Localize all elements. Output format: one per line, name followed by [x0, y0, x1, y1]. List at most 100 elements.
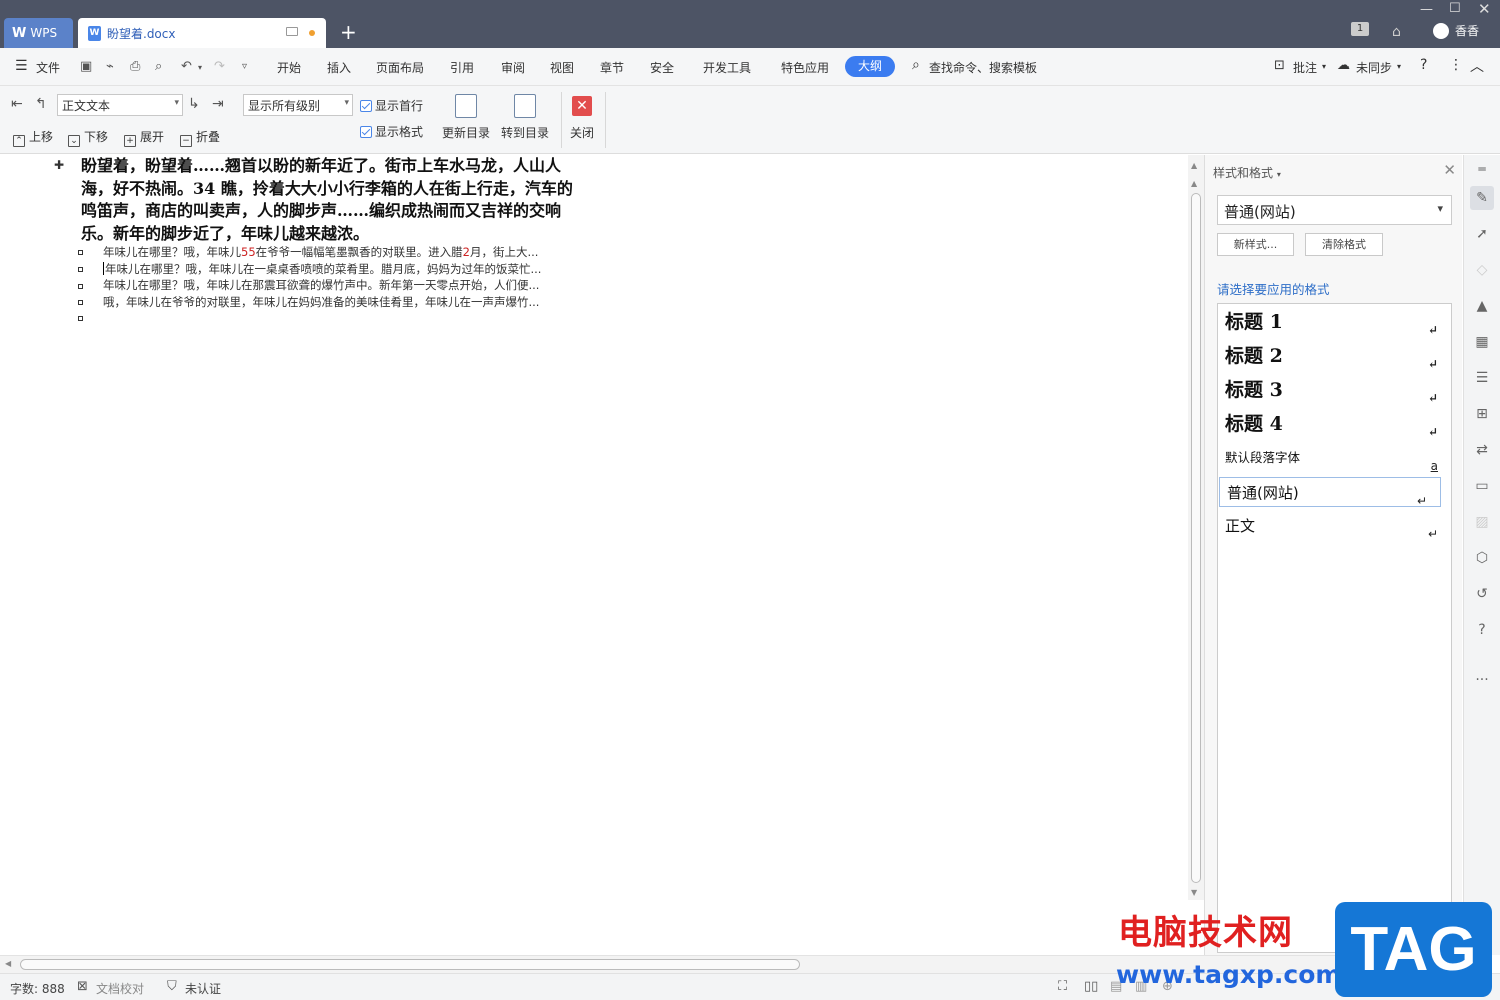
panel-title[interactable]: 样式和格式 ▾	[1213, 164, 1281, 181]
read-mode-icon[interactable]: ▯▯	[1084, 979, 1098, 994]
menu-page-layout[interactable]: 页面布局	[376, 59, 424, 76]
style-heading-4[interactable]: 标题 4 ↵	[1218, 409, 1451, 439]
update-toc-button[interactable]: 更新目录	[438, 94, 494, 141]
promote-icon[interactable]: ↰	[35, 96, 47, 112]
scroll-up-icon[interactable]: ▲	[1191, 161, 1197, 170]
document-canvas[interactable]: ✚ 盼望着，盼望着……翘首以盼的新年近了。街市上车水马龙，人山人海，好不热闹。3…	[0, 155, 1188, 955]
picture-icon[interactable]: ▨	[1473, 513, 1491, 531]
collapse-button[interactable]: − 折叠	[180, 128, 220, 147]
close-outline-button[interactable]: ✕ 关闭	[554, 94, 610, 141]
scroll-left-icon[interactable]: ◀	[5, 959, 11, 968]
font-color-icon[interactable]: ▲	[1473, 297, 1491, 315]
menu-references[interactable]: 引用	[450, 59, 474, 76]
comment-menu[interactable]: 批注	[1293, 59, 1317, 76]
user-account[interactable]: 香香	[1433, 22, 1479, 39]
window-count-badge[interactable]: 1	[1351, 22, 1369, 36]
maximize-icon[interactable]: ☐	[1449, 1, 1461, 16]
menu-start[interactable]: 开始	[277, 59, 301, 76]
print-icon[interactable]: ⎙	[130, 59, 140, 74]
print-preview-icon[interactable]: ⌕	[155, 59, 162, 74]
outline-bullet[interactable]	[78, 267, 83, 272]
image-search-icon[interactable]: ⊞	[1473, 405, 1491, 423]
vertical-scrollbar[interactable]: ▲ ▲ ▼	[1188, 155, 1204, 900]
more-dots-icon[interactable]: ···	[1473, 671, 1491, 689]
style-heading-2[interactable]: 标题 2 ↵	[1218, 341, 1451, 371]
scroll-down-icon[interactable]: ▼	[1191, 888, 1197, 897]
expand-button[interactable]: + 展开	[124, 128, 164, 147]
vertical-scroll-thumb[interactable]	[1191, 193, 1201, 883]
backup-shield-icon[interactable]: ⬡	[1473, 549, 1491, 567]
menu-outline[interactable]: 大纲	[845, 56, 895, 77]
outline-bullet[interactable]	[78, 250, 83, 255]
document-tab[interactable]: W 盼望着.docx	[78, 18, 326, 48]
table-icon[interactable]: ▦	[1473, 333, 1491, 351]
goto-toc-button[interactable]: 转到目录	[497, 94, 553, 141]
clear-format-button[interactable]: 清除格式	[1305, 233, 1383, 256]
close-panel-icon[interactable]: ✕	[1443, 161, 1456, 179]
sync-dropdown-icon[interactable]: ▾	[1397, 62, 1401, 71]
select-pointer-icon[interactable]: ➚	[1473, 225, 1491, 243]
wps-home-tab[interactable]: W WPS	[4, 18, 73, 48]
sync-status[interactable]: 未同步	[1356, 59, 1392, 76]
menu-chapter[interactable]: 章节	[600, 59, 624, 76]
outline-heading-paragraph[interactable]: 盼望着，盼望着……翘首以盼的新年近了。街市上车水马龙，人山人海，好不热闹。34 …	[81, 155, 586, 245]
show-level-select[interactable]: 显示所有级别	[243, 94, 353, 116]
minimize-icon[interactable]: —	[1420, 2, 1433, 17]
hamburger-icon[interactable]: ☰	[15, 58, 28, 74]
style-normal-web[interactable]: 普通(网站) ↵	[1219, 477, 1441, 508]
demote-to-body-icon[interactable]: ⇥	[212, 96, 224, 112]
outline-body-line[interactable]: 年味儿在哪里？哦，年味儿在那震耳欲聋的爆竹声中。新年第一天零点开始，人们便...	[103, 277, 598, 293]
word-count[interactable]: 字数: 888	[10, 980, 65, 997]
outline-body-line[interactable]: 年味儿在哪里？哦，年味儿在一桌桌香喷喷的菜肴里。腊月底，妈妈为过年的饭菜忙...	[103, 261, 598, 277]
menu-review[interactable]: 审阅	[501, 59, 525, 76]
fullscreen-icon[interactable]: ⛶	[1058, 979, 1067, 994]
styles-pen-icon[interactable]: ✎	[1470, 186, 1494, 210]
menu-insert[interactable]: 插入	[327, 59, 351, 76]
undo-dropdown-icon[interactable]: ▾	[198, 63, 202, 72]
settings-sliders-icon[interactable]: ☰	[1473, 369, 1491, 387]
comment-dropdown-icon[interactable]: ▾	[1322, 62, 1326, 71]
move-down-button[interactable]: ⌄ 下移	[68, 128, 108, 147]
current-style-select[interactable]: 普通(网站)	[1217, 195, 1452, 225]
menu-view[interactable]: 视图	[550, 59, 574, 76]
new-tab-button[interactable]: +	[340, 20, 357, 44]
outline-bullet[interactable]	[78, 316, 83, 321]
more-icon[interactable]: ⋮	[1449, 57, 1463, 73]
cloud-sync-icon[interactable]: ☁	[1337, 58, 1350, 73]
promote-to-heading1-icon[interactable]: ⇤	[11, 96, 23, 112]
help-icon[interactable]: ?	[1420, 57, 1427, 73]
outline-bullet[interactable]	[78, 284, 83, 289]
undo-icon[interactable]: ↶	[181, 59, 192, 74]
command-search[interactable]: 查找命令、搜索模板	[929, 59, 1037, 76]
outline-body-line[interactable]: 年味儿在哪里？哦，年味儿55在爷爷一幅幅笔墨飘香的对联里。进入腊2月，街上大..…	[103, 244, 598, 260]
shapes-icon[interactable]: ◇	[1473, 261, 1491, 279]
style-default-font[interactable]: 默认段落字体 a	[1218, 443, 1451, 473]
move-up-button[interactable]: ⌃ 上移	[13, 128, 53, 147]
drag-handle-icon[interactable]: ═	[1473, 160, 1491, 178]
menu-features[interactable]: 特色应用	[781, 59, 829, 76]
unverified-status[interactable]: 未认证	[185, 980, 221, 997]
outline-body-line[interactable]: 哦，年味儿在爷爷的对联里，年味儿在妈妈准备的美味佳肴里，年味儿在一声声爆竹...	[103, 294, 598, 310]
customize-qa-icon[interactable]: ▿	[242, 61, 247, 72]
show-format-checkbox[interactable]: 显示格式	[360, 123, 423, 140]
style-list[interactable]: 标题 1 ↵ 标题 2 ↵ 标题 3 ↵ 标题 4 ↵ 默认段落字体 a 普通(网站) ↵ …	[1217, 303, 1452, 953]
show-first-line-checkbox[interactable]: 显示首行	[360, 97, 423, 114]
scroll-up-icon[interactable]: ▲	[1191, 179, 1197, 188]
style-body-text[interactable]: 正文 ↵	[1218, 511, 1451, 541]
file-menu[interactable]: 文件	[36, 59, 60, 76]
demote-icon[interactable]: ↳	[188, 96, 200, 112]
help-circle-icon[interactable]: ?	[1473, 621, 1491, 639]
redo-icon[interactable]: ↷	[214, 59, 225, 74]
style-heading-3[interactable]: 标题 3 ↵	[1218, 375, 1451, 405]
archive-icon[interactable]: ▭	[1473, 477, 1491, 495]
new-style-button[interactable]: 新样式...	[1217, 233, 1294, 256]
format-painter-icon[interactable]: ⌁	[106, 59, 114, 74]
comment-icon[interactable]: ⊡	[1274, 58, 1285, 73]
collapse-ribbon-icon[interactable]: ︿	[1470, 56, 1484, 76]
save-icon[interactable]: ▣	[80, 59, 92, 74]
close-window-icon[interactable]: ✕	[1478, 0, 1491, 18]
translate-icon[interactable]: ⇄	[1473, 441, 1491, 459]
history-icon[interactable]: ↺	[1473, 585, 1491, 603]
search-icon[interactable]: ⌕	[912, 57, 920, 73]
monitor-icon[interactable]	[286, 27, 298, 36]
